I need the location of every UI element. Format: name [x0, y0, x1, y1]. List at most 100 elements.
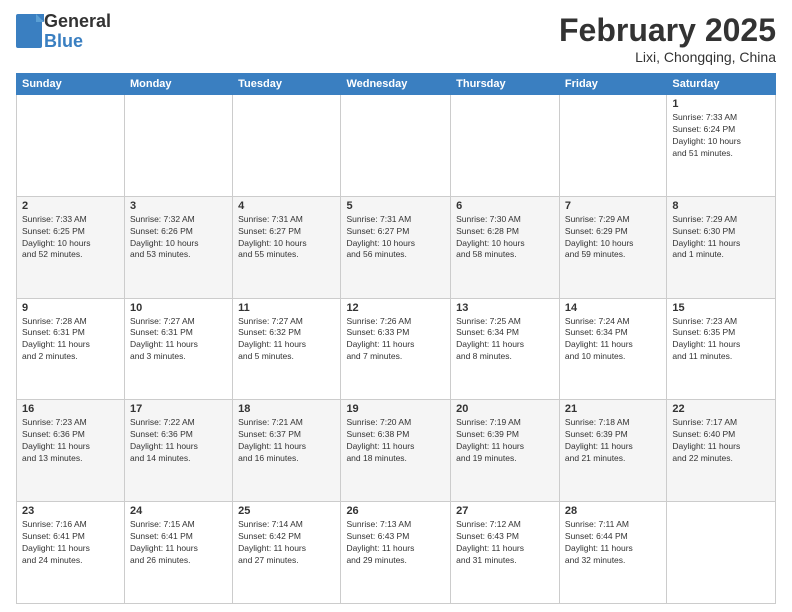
day-number: 7 — [565, 200, 661, 212]
calendar-cell: 6 Sunrise: 7:30 AM Sunset: 6:28 PM Daylig… — [451, 196, 560, 298]
calendar-cell: 7 Sunrise: 7:29 AM Sunset: 6:29 PM Daylig… — [559, 196, 666, 298]
calendar-cell: 25 Sunrise: 7:14 AM Sunset: 6:42 PM Dayli… — [233, 502, 341, 604]
day-info: Sunrise: 7:18 AM Sunset: 6:39 PM Dayligh… — [565, 417, 661, 465]
logo-blue-text: Blue — [44, 32, 111, 52]
day-info: Sunrise: 7:12 AM Sunset: 6:43 PM Dayligh… — [456, 519, 554, 567]
day-number: 18 — [238, 403, 335, 415]
month-title: February 2025 — [559, 12, 776, 49]
day-info: Sunrise: 7:19 AM Sunset: 6:39 PM Dayligh… — [456, 417, 554, 465]
col-sunday: Sunday — [17, 74, 125, 95]
calendar-cell — [233, 95, 341, 197]
day-info: Sunrise: 7:28 AM Sunset: 6:31 PM Dayligh… — [22, 316, 119, 364]
day-info: Sunrise: 7:20 AM Sunset: 6:38 PM Dayligh… — [346, 417, 445, 465]
calendar-cell — [17, 95, 125, 197]
day-info: Sunrise: 7:23 AM Sunset: 6:35 PM Dayligh… — [672, 316, 770, 364]
day-number: 25 — [238, 505, 335, 517]
calendar-cell: 8 Sunrise: 7:29 AM Sunset: 6:30 PM Daylig… — [667, 196, 776, 298]
calendar-cell — [341, 95, 451, 197]
day-info: Sunrise: 7:22 AM Sunset: 6:36 PM Dayligh… — [130, 417, 227, 465]
day-number: 17 — [130, 403, 227, 415]
day-info: Sunrise: 7:25 AM Sunset: 6:34 PM Dayligh… — [456, 316, 554, 364]
day-number: 26 — [346, 505, 445, 517]
day-number: 13 — [456, 302, 554, 314]
day-number: 23 — [22, 505, 119, 517]
day-number: 19 — [346, 403, 445, 415]
calendar-cell: 23 Sunrise: 7:16 AM Sunset: 6:41 PM Dayli… — [17, 502, 125, 604]
calendar-row-3: 16 Sunrise: 7:23 AM Sunset: 6:36 PM Dayli… — [17, 400, 776, 502]
calendar-cell: 14Sunrise: 7:24 AM Sunset: 6:34 PM Dayli… — [559, 298, 666, 400]
day-info: Sunrise: 7:33 AM Sunset: 6:24 PM Dayligh… — [672, 112, 770, 160]
calendar-cell: 3 Sunrise: 7:32 AM Sunset: 6:26 PM Daylig… — [124, 196, 232, 298]
day-info: Sunrise: 7:27 AM Sunset: 6:31 PM Dayligh… — [130, 316, 227, 364]
calendar-cell: 19 Sunrise: 7:20 AM Sunset: 6:38 PM Dayli… — [341, 400, 451, 502]
page: General Blue February 2025 Lixi, Chongqi… — [0, 0, 792, 612]
calendar-cell — [124, 95, 232, 197]
calendar-cell: 11Sunrise: 7:27 AM Sunset: 6:32 PM Dayli… — [233, 298, 341, 400]
col-tuesday: Tuesday — [233, 74, 341, 95]
calendar-table: Sunday Monday Tuesday Wednesday Thursday… — [16, 73, 776, 604]
col-thursday: Thursday — [451, 74, 560, 95]
day-info: Sunrise: 7:32 AM Sunset: 6:26 PM Dayligh… — [130, 214, 227, 262]
calendar-cell: 15 Sunrise: 7:23 AM Sunset: 6:35 PM Dayli… — [667, 298, 776, 400]
day-number: 15 — [672, 302, 770, 314]
day-info: Sunrise: 7:15 AM Sunset: 6:41 PM Dayligh… — [130, 519, 227, 567]
day-info: Sunrise: 7:23 AM Sunset: 6:36 PM Dayligh… — [22, 417, 119, 465]
col-wednesday: Wednesday — [341, 74, 451, 95]
day-info: Sunrise: 7:33 AM Sunset: 6:25 PM Dayligh… — [22, 214, 119, 262]
calendar-row-2: 9 Sunrise: 7:28 AM Sunset: 6:31 PM Daylig… — [17, 298, 776, 400]
location: Lixi, Chongqing, China — [559, 49, 776, 65]
day-number: 1 — [672, 98, 770, 110]
calendar-cell: 16 Sunrise: 7:23 AM Sunset: 6:36 PM Dayli… — [17, 400, 125, 502]
day-number: 2 — [22, 200, 119, 212]
calendar-cell: 2 Sunrise: 7:33 AM Sunset: 6:25 PM Daylig… — [17, 196, 125, 298]
day-info: Sunrise: 7:27 AM Sunset: 6:32 PM Dayligh… — [238, 316, 335, 364]
logo-general-text: General — [44, 12, 111, 32]
day-number: 8 — [672, 200, 770, 212]
calendar-row-1: 2 Sunrise: 7:33 AM Sunset: 6:25 PM Daylig… — [17, 196, 776, 298]
calendar: Sunday Monday Tuesday Wednesday Thursday… — [16, 73, 776, 604]
col-monday: Monday — [124, 74, 232, 95]
day-number: 12 — [346, 302, 445, 314]
calendar-cell: 27 Sunrise: 7:12 AM Sunset: 6:43 PM Dayli… — [451, 502, 560, 604]
calendar-row-4: 23 Sunrise: 7:16 AM Sunset: 6:41 PM Dayli… — [17, 502, 776, 604]
day-info: Sunrise: 7:29 AM Sunset: 6:30 PM Dayligh… — [672, 214, 770, 262]
day-info: Sunrise: 7:13 AM Sunset: 6:43 PM Dayligh… — [346, 519, 445, 567]
day-info: Sunrise: 7:16 AM Sunset: 6:41 PM Dayligh… — [22, 519, 119, 567]
day-number: 9 — [22, 302, 119, 314]
day-number: 4 — [238, 200, 335, 212]
calendar-cell — [559, 95, 666, 197]
day-info: Sunrise: 7:14 AM Sunset: 6:42 PM Dayligh… — [238, 519, 335, 567]
calendar-body: 1 Sunrise: 7:33 AM Sunset: 6:24 PM Daylig… — [17, 95, 776, 604]
day-info: Sunrise: 7:31 AM Sunset: 6:27 PM Dayligh… — [346, 214, 445, 262]
calendar-cell: 5 Sunrise: 7:31 AM Sunset: 6:27 PM Daylig… — [341, 196, 451, 298]
day-info: Sunrise: 7:29 AM Sunset: 6:29 PM Dayligh… — [565, 214, 661, 262]
calendar-cell — [667, 502, 776, 604]
day-number: 20 — [456, 403, 554, 415]
day-number: 3 — [130, 200, 227, 212]
day-info: Sunrise: 7:26 AM Sunset: 6:33 PM Dayligh… — [346, 316, 445, 364]
day-number: 5 — [346, 200, 445, 212]
day-number: 6 — [456, 200, 554, 212]
day-info: Sunrise: 7:21 AM Sunset: 6:37 PM Dayligh… — [238, 417, 335, 465]
col-saturday: Saturday — [667, 74, 776, 95]
day-info: Sunrise: 7:11 AM Sunset: 6:44 PM Dayligh… — [565, 519, 661, 567]
day-number: 16 — [22, 403, 119, 415]
calendar-header: Sunday Monday Tuesday Wednesday Thursday… — [17, 74, 776, 95]
calendar-cell: 22Sunrise: 7:17 AM Sunset: 6:40 PM Dayli… — [667, 400, 776, 502]
calendar-cell — [451, 95, 560, 197]
day-number: 27 — [456, 505, 554, 517]
calendar-cell: 21Sunrise: 7:18 AM Sunset: 6:39 PM Dayli… — [559, 400, 666, 502]
day-info: Sunrise: 7:31 AM Sunset: 6:27 PM Dayligh… — [238, 214, 335, 262]
calendar-cell: 10Sunrise: 7:27 AM Sunset: 6:31 PM Dayli… — [124, 298, 232, 400]
day-number: 28 — [565, 505, 661, 517]
day-info: Sunrise: 7:17 AM Sunset: 6:40 PM Dayligh… — [672, 417, 770, 465]
header-row: Sunday Monday Tuesday Wednesday Thursday… — [17, 74, 776, 95]
calendar-cell: 9 Sunrise: 7:28 AM Sunset: 6:31 PM Daylig… — [17, 298, 125, 400]
calendar-cell: 26 Sunrise: 7:13 AM Sunset: 6:43 PM Dayli… — [341, 502, 451, 604]
header: General Blue February 2025 Lixi, Chongqi… — [16, 12, 776, 65]
day-info: Sunrise: 7:30 AM Sunset: 6:28 PM Dayligh… — [456, 214, 554, 262]
calendar-cell: 12 Sunrise: 7:26 AM Sunset: 6:33 PM Dayli… — [341, 298, 451, 400]
calendar-cell: 13 Sunrise: 7:25 AM Sunset: 6:34 PM Dayli… — [451, 298, 560, 400]
col-friday: Friday — [559, 74, 666, 95]
calendar-row-0: 1 Sunrise: 7:33 AM Sunset: 6:24 PM Daylig… — [17, 95, 776, 197]
